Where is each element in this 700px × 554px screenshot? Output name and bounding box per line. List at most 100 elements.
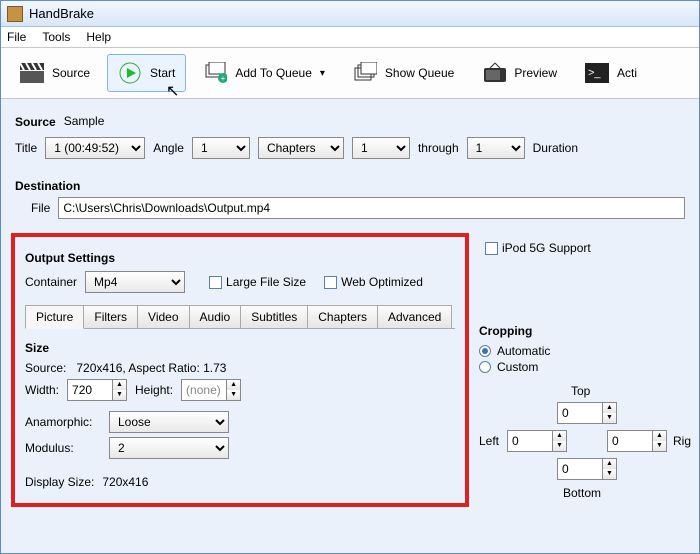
crop-left-input[interactable] bbox=[508, 431, 552, 451]
width-input[interactable] bbox=[68, 380, 112, 400]
chapter-to-select[interactable]: 1 bbox=[467, 137, 525, 159]
spin-down-icon[interactable]: ▼ bbox=[553, 441, 566, 451]
ipod-5g-checkbox[interactable]: iPod 5G Support bbox=[485, 241, 591, 255]
menubar: File Tools Help bbox=[1, 27, 699, 48]
toolbar-add-to-queue-button[interactable]: + Add To Queue ▾ bbox=[192, 54, 336, 92]
svg-text:+: + bbox=[221, 74, 226, 83]
checkbox-icon bbox=[209, 276, 222, 289]
terminal-icon: >_ bbox=[585, 61, 609, 85]
destination-label: Destination bbox=[15, 179, 685, 193]
tab-subtitles[interactable]: Subtitles bbox=[240, 305, 308, 329]
svg-text:>_: >_ bbox=[588, 67, 601, 79]
spin-up-icon[interactable]: ▲ bbox=[653, 431, 666, 441]
checkbox-icon bbox=[485, 242, 498, 255]
modulus-select[interactable]: 2 bbox=[109, 437, 229, 459]
chapter-from-select[interactable]: 1 bbox=[352, 137, 410, 159]
tab-chapters[interactable]: Chapters bbox=[307, 305, 378, 329]
angle-label: Angle bbox=[153, 141, 184, 155]
range-type-select[interactable]: Chapters bbox=[258, 137, 344, 159]
title-label: Title bbox=[15, 141, 37, 155]
display-size-label: Display Size: bbox=[25, 475, 94, 489]
spin-down-icon[interactable]: ▼ bbox=[653, 441, 666, 451]
anamorphic-label: Anamorphic: bbox=[25, 415, 101, 429]
duration-label: Duration bbox=[533, 141, 578, 155]
spin-down-icon[interactable]: ▼ bbox=[603, 469, 616, 479]
cropping-automatic-radio[interactable]: Automatic bbox=[479, 344, 699, 358]
spin-down-icon[interactable]: ▼ bbox=[227, 390, 240, 400]
title-select[interactable]: 1 (00:49:52) bbox=[45, 137, 145, 159]
tab-filters[interactable]: Filters bbox=[83, 305, 138, 329]
source-label: Source bbox=[15, 115, 56, 129]
cropping-custom-label: Custom bbox=[497, 360, 538, 374]
toolbar-add-queue-label: Add To Queue bbox=[235, 66, 312, 80]
height-spinner[interactable]: ▲▼ bbox=[181, 379, 241, 401]
spin-down-icon[interactable]: ▼ bbox=[603, 413, 616, 423]
web-optimized-checkbox[interactable]: Web Optimized bbox=[324, 275, 423, 289]
display-size-value: 720x416 bbox=[102, 475, 148, 489]
width-spinner[interactable]: ▲▼ bbox=[67, 379, 127, 401]
file-path-input[interactable] bbox=[58, 197, 685, 219]
tab-advanced[interactable]: Advanced bbox=[377, 305, 452, 329]
angle-select[interactable]: 1 bbox=[192, 137, 250, 159]
destination-section: Destination File bbox=[1, 167, 699, 227]
tab-video[interactable]: Video bbox=[137, 305, 189, 329]
toolbar-show-queue-button[interactable]: Show Queue bbox=[342, 54, 465, 92]
source-section: Source Sample Title 1 (00:49:52) Angle 1… bbox=[1, 99, 699, 167]
app-title: HandBrake bbox=[29, 6, 94, 21]
cropping-heading: Cropping bbox=[479, 324, 699, 338]
height-label: Height: bbox=[135, 383, 173, 397]
toolbar-start-button[interactable]: Start ↖ bbox=[107, 54, 186, 92]
height-input[interactable] bbox=[182, 380, 226, 400]
spin-up-icon[interactable]: ▲ bbox=[113, 380, 126, 390]
cropping-automatic-label: Automatic bbox=[497, 344, 550, 358]
menu-tools[interactable]: Tools bbox=[42, 30, 70, 44]
tab-audio[interactable]: Audio bbox=[189, 305, 242, 329]
crop-right-spinner[interactable]: ▲▼ bbox=[607, 430, 667, 452]
through-label: through bbox=[418, 141, 459, 155]
menu-file[interactable]: File bbox=[7, 30, 26, 44]
spin-down-icon[interactable]: ▼ bbox=[113, 390, 126, 400]
toolbar-activity-label: Acti bbox=[617, 66, 637, 80]
toolbar-activity-button[interactable]: >_ Acti bbox=[574, 54, 648, 92]
picture-tab-panel: Size Source: 720x416, Aspect Ratio: 1.73… bbox=[25, 328, 455, 493]
settings-tabs: Picture Filters Video Audio Subtitles Ch… bbox=[25, 305, 455, 329]
crop-left-spinner[interactable]: ▲▼ bbox=[507, 430, 567, 452]
crop-right-input[interactable] bbox=[608, 431, 652, 451]
queue-add-icon: + bbox=[203, 61, 227, 85]
spin-up-icon[interactable]: ▲ bbox=[603, 459, 616, 469]
crop-right-label: Rig bbox=[673, 434, 691, 448]
spin-up-icon[interactable]: ▲ bbox=[603, 403, 616, 413]
menu-help[interactable]: Help bbox=[86, 30, 111, 44]
crop-top-input[interactable] bbox=[558, 403, 602, 423]
toolbar: Source Start ↖ + Add To Queue ▾ Show Que… bbox=[1, 48, 699, 99]
queue-icon bbox=[353, 61, 377, 85]
crop-top-label: Top bbox=[571, 384, 590, 398]
app-window: HandBrake File Tools Help Source Start ↖… bbox=[0, 0, 700, 554]
toolbar-preview-button[interactable]: Preview bbox=[471, 54, 568, 92]
anamorphic-select[interactable]: Loose bbox=[109, 411, 229, 433]
toolbar-preview-label: Preview bbox=[514, 66, 557, 80]
size-heading: Size bbox=[25, 341, 455, 355]
radio-icon bbox=[479, 361, 491, 373]
checkbox-icon bbox=[324, 276, 337, 289]
clapperboard-icon bbox=[20, 61, 44, 85]
tv-icon bbox=[482, 61, 506, 85]
crop-bottom-spinner[interactable]: ▲▼ bbox=[557, 458, 617, 480]
large-file-checkbox[interactable]: Large File Size bbox=[209, 275, 306, 289]
crop-bottom-input[interactable] bbox=[558, 459, 602, 479]
cropping-custom-radio[interactable]: Custom bbox=[479, 360, 699, 374]
tab-picture[interactable]: Picture bbox=[25, 305, 84, 329]
spin-up-icon[interactable]: ▲ bbox=[227, 380, 240, 390]
toolbar-source-label: Source bbox=[52, 66, 90, 80]
spin-up-icon[interactable]: ▲ bbox=[553, 431, 566, 441]
container-select[interactable]: Mp4 bbox=[85, 271, 185, 293]
cursor-icon: ↖ bbox=[166, 81, 179, 101]
source-dimensions: Source: 720x416, Aspect Ratio: 1.73 bbox=[25, 361, 455, 375]
crop-top-spinner[interactable]: ▲▼ bbox=[557, 402, 617, 424]
container-label: Container bbox=[25, 275, 77, 289]
crop-bottom-label: Bottom bbox=[563, 486, 601, 500]
cropping-grid: Top ▲▼ Left ▲▼ ▲▼ Rig ▲▼ bbox=[479, 384, 699, 504]
toolbar-source-button[interactable]: Source bbox=[9, 54, 101, 92]
web-optimized-label: Web Optimized bbox=[341, 275, 423, 289]
file-label: File bbox=[31, 201, 50, 215]
